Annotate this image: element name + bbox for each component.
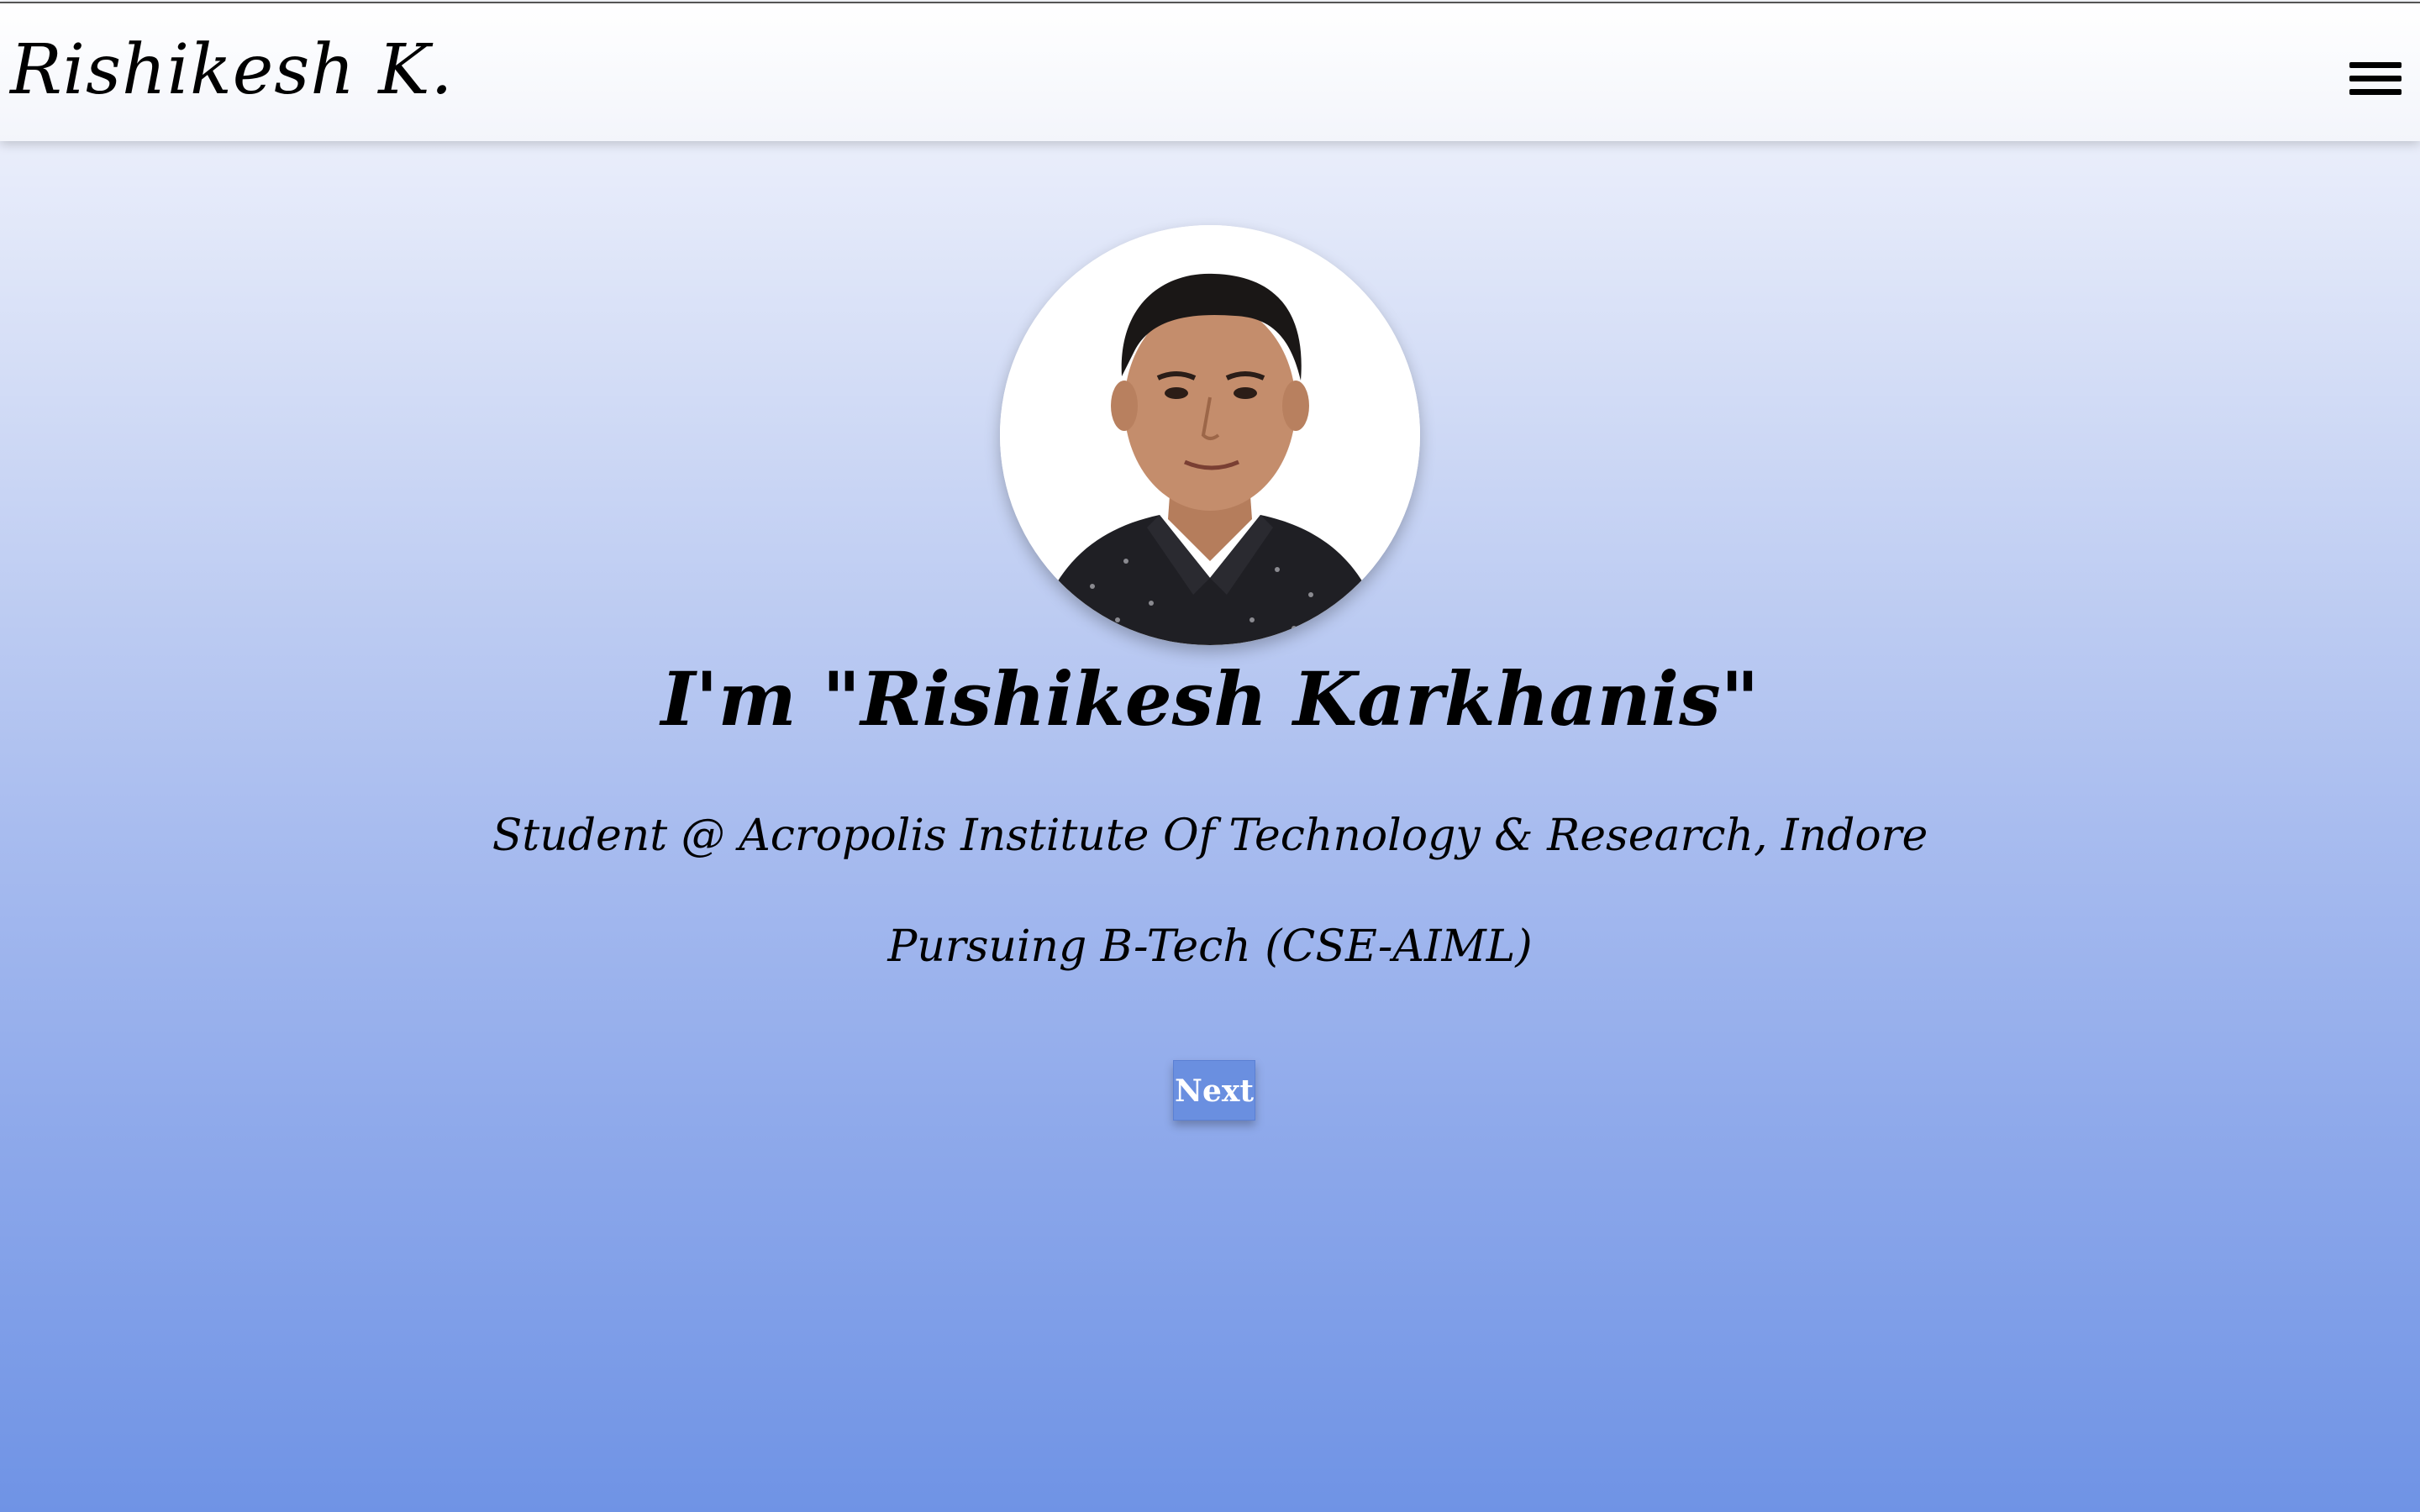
next-button[interactable]: Next [1173, 1060, 1255, 1121]
hero-subline-institute: Student @ Acropolis Institute Of Technol… [492, 811, 1928, 861]
hero-headline: I'm "Rishikesh Karkhanis" [660, 655, 1760, 743]
hero-subline-degree: Pursuing B-Tech (CSE-AIML) [887, 921, 1533, 972]
hamburger-menu-icon[interactable] [2349, 59, 2402, 99]
profile-photo-illustration [1000, 225, 1420, 645]
profile-avatar [1000, 225, 1420, 645]
menu-bar [2349, 76, 2402, 81]
top-navbar: Rishikesh K. [0, 2, 2420, 141]
menu-bar [2349, 62, 2402, 68]
menu-bar [2349, 89, 2402, 95]
site-brand[interactable]: Rishikesh K. [10, 29, 454, 113]
